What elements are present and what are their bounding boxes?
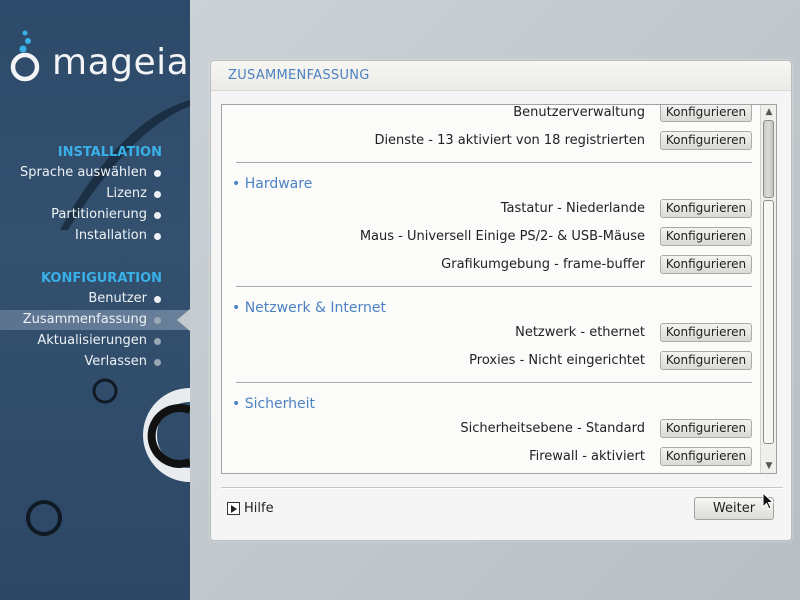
sidebar-item-license: Lizenz — [0, 184, 190, 204]
sidebar-item-label: Zusammenfassung — [22, 312, 147, 327]
summary-row-network: Netzwerk - ethernet Konfigurieren — [222, 321, 752, 345]
summary-row-label: Netzwerk - ethernet — [515, 325, 645, 340]
summary-row-label: Dienste - 13 aktiviert von 18 registrier… — [374, 133, 645, 148]
group-title-network: • Netzwerk & Internet — [232, 300, 386, 316]
summary-row-keyboard: Tastatur - Niederlande Konfigurieren — [222, 197, 752, 221]
configure-services-button[interactable]: Konfigurieren — [660, 131, 752, 150]
logo-wordmark: mageia — [52, 42, 190, 83]
group-title-hardware: • Hardware — [232, 176, 313, 192]
group-separator — [236, 382, 752, 384]
step-done-icon — [154, 233, 161, 240]
step-done-icon — [154, 191, 161, 198]
sidebar-item-exit: Verlassen — [0, 352, 190, 372]
sidebar: mageia INSTALLATION Sprache auswählen Li… — [0, 0, 190, 600]
summary-row-label: Sicherheitsebene - Standard — [460, 421, 645, 436]
scrollbar-thumb[interactable] — [763, 120, 774, 198]
configure-graphics-button[interactable]: Konfigurieren — [660, 255, 752, 274]
configure-firewall-button[interactable]: Konfigurieren — [660, 447, 752, 466]
scroll-down-arrow-icon[interactable]: ▼ — [764, 461, 774, 471]
mageia-logo-mark-icon — [10, 30, 40, 82]
summary-row-user-management: Benutzerverwaltung Konfigurieren — [222, 105, 752, 125]
summary-row-label: Firewall - aktiviert — [529, 449, 645, 464]
installation-section-title: INSTALLATION — [57, 145, 162, 160]
footer-separator — [221, 487, 783, 489]
sidebar-item-label: Verlassen — [84, 354, 147, 369]
summary-row-firewall: Firewall - aktiviert Konfigurieren — [222, 445, 752, 469]
summary-row-graphics: Grafikumgebung - frame-buffer Konfigurie… — [222, 253, 752, 277]
step-done-icon — [154, 170, 161, 177]
configure-keyboard-button[interactable]: Konfigurieren — [660, 199, 752, 218]
sidebar-item-summary: Zusammenfassung — [0, 308, 190, 332]
sidebar-item-label: Benutzer — [88, 291, 147, 306]
mouse-cursor-icon — [762, 492, 775, 510]
panel-header: ZUSAMMENFASSUNG — [211, 61, 791, 91]
mageia-logo: mageia — [8, 30, 190, 90]
configure-network-button[interactable]: Konfigurieren — [660, 323, 752, 342]
sidebar-item-users: Benutzer — [0, 289, 190, 309]
summary-row-mouse: Maus - Universell Einige PS/2- & USB-Mäu… — [222, 225, 752, 249]
summary-row-label: Proxies - Nicht eingerichtet — [469, 353, 645, 368]
summary-row-label: Maus - Universell Einige PS/2- & USB-Mäu… — [359, 229, 645, 244]
summary-row-label: Benutzerverwaltung — [513, 105, 645, 120]
summary-row-proxies: Proxies - Nicht eingerichtet Konfigurier… — [222, 349, 752, 373]
summary-row-services: Dienste - 13 aktiviert von 18 registrier… — [222, 129, 752, 153]
summary-panel: ZUSAMMENFASSUNG Benutzerverwaltung Konfi… — [210, 60, 792, 541]
summary-row-security-level: Sicherheitsebene - Standard Konfiguriere… — [222, 417, 752, 441]
group-separator — [236, 162, 752, 164]
sidebar-item-label: Installation — [74, 228, 147, 243]
group-title-security: • Sicherheit — [232, 396, 316, 412]
sidebar-item-label: Partitionierung — [51, 207, 147, 222]
configure-mouse-button[interactable]: Konfigurieren — [660, 227, 752, 246]
configuration-section-title: KONFIGURATION — [40, 271, 162, 286]
vertical-scrollbar[interactable]: ▲ ▼ — [760, 105, 776, 473]
configure-proxies-button[interactable]: Konfigurieren — [660, 351, 752, 370]
group-separator — [236, 286, 752, 288]
step-current-icon — [154, 317, 161, 324]
sidebar-item-updates: Aktualisierungen — [0, 331, 190, 351]
sidebar-item-label: Sprache auswählen — [20, 165, 147, 180]
scroll-up-arrow-icon[interactable]: ▲ — [764, 107, 774, 117]
step-done-icon — [154, 212, 161, 219]
sidebar-item-label: Aktualisierungen — [37, 333, 147, 348]
help-label[interactable]: Hilfe — [244, 501, 274, 516]
configure-user-management-button[interactable]: Konfigurieren — [660, 105, 752, 122]
current-step-pointer-icon — [177, 308, 190, 332]
step-done-icon — [154, 296, 161, 303]
sidebar-item-installation: Installation — [0, 226, 190, 246]
sidebar-item-language: Sprache auswählen — [0, 163, 190, 183]
step-pending-icon — [154, 338, 161, 345]
sidebar-item-label: Lizenz — [106, 186, 147, 201]
step-pending-icon — [154, 359, 161, 366]
configure-security-level-button[interactable]: Konfigurieren — [660, 419, 752, 438]
summary-scroll-area[interactable]: Benutzerverwaltung Konfigurieren Dienste… — [221, 104, 777, 474]
summary-row-label: Tastatur - Niederlande — [500, 201, 645, 216]
sidebar-item-partitioning: Partitionierung — [0, 205, 190, 225]
scrollbar-track[interactable] — [763, 200, 774, 444]
page-title: ZUSAMMENFASSUNG — [228, 68, 370, 83]
play-triangle-icon[interactable] — [227, 502, 240, 515]
summary-row-label: Grafikumgebung - frame-buffer — [441, 257, 645, 272]
